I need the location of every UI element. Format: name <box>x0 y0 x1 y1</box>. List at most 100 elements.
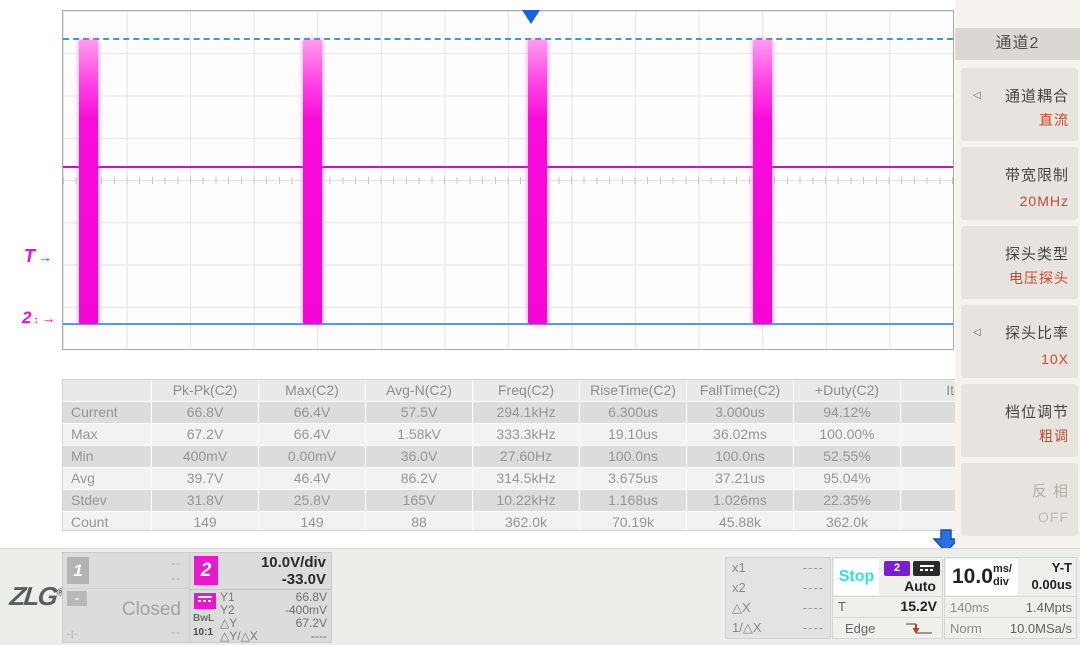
trigger-source-badge: 2 <box>884 561 910 576</box>
table-header-cell: Pk-Pk(C2) <box>152 380 258 401</box>
menu-item-value: 直流 <box>1039 110 1069 130</box>
table-cell: 1.58kV <box>366 424 472 445</box>
readout-value: ---- <box>311 630 327 643</box>
table-cell: 67.2V <box>152 424 258 445</box>
measurement-table: Pk-Pk(C2)Max(C2)Avg-N(C2)Freq(C2)RiseTim… <box>62 379 957 531</box>
table-cell: 36.02ms <box>687 424 793 445</box>
sample-rate-value: 10.0MSa/s <box>1010 621 1072 636</box>
menu-item-value: 20MHz <box>1020 193 1069 209</box>
cursor-label: △X <box>732 598 751 618</box>
acquisition-row: Norm 10.0MSa/s <box>945 617 1076 639</box>
trigger-coupling-icon <box>913 561 940 576</box>
right-arrow-icon: → <box>38 249 52 265</box>
table-cell: 57.5V <box>366 402 472 423</box>
channel1-status-block[interactable]: 1 -- -- - Closed -|- -- <box>62 552 190 643</box>
table-cell: 165V <box>366 490 472 511</box>
table-cell: 39.7V <box>152 468 258 489</box>
trigger-mode-text: Auto <box>904 578 936 594</box>
ch2-trace-baseline <box>63 166 953 168</box>
ch2-scale-value: 10.0V/div <box>261 554 326 571</box>
ch2-readout-row: △Y/△X ---- <box>220 630 327 643</box>
trigger-level-marker[interactable]: T→ <box>24 246 52 267</box>
menu-item-label: 档位调节 <box>1005 401 1069 422</box>
table-cell: 45.88k <box>687 512 793 531</box>
ch1-offset-value: -- <box>171 571 181 585</box>
acquisition-mode-text: Norm <box>950 621 982 636</box>
table-cell: 27.60Hz <box>473 446 579 467</box>
trigger-level-label: T <box>838 599 846 614</box>
table-cell: 86.2V <box>366 468 472 489</box>
table-cell: 19.10us <box>580 424 686 445</box>
acquisition-state-badge: Stop <box>834 559 879 595</box>
bandwidth-limit-flag: BwL <box>193 613 214 624</box>
menu-item-0[interactable]: ◁通道耦合直流 <box>961 68 1078 141</box>
menu-item-label: 通道耦合 <box>1005 85 1069 106</box>
table-cell: 333.3kHz <box>473 424 579 445</box>
table-cell: 3.000us <box>687 402 793 423</box>
cursor-value: ---- <box>803 558 824 578</box>
table-header-cell: Ite <box>901 380 957 401</box>
table-row-label: Count <box>63 512 151 531</box>
trigger-level-row: T 15.2V <box>833 596 942 617</box>
table-cell: 3.675us <box>580 468 686 489</box>
table-row-label: Max <box>63 424 151 445</box>
timebase-scale-value: 10.0 <box>952 565 993 589</box>
menu-item-2[interactable]: 探头类型电压探头 <box>961 226 1078 299</box>
brand-text: ZLG <box>8 581 57 611</box>
ch1-coupling-icon: -|- <box>67 629 78 639</box>
menu-item-4[interactable]: 档位调节粗调 <box>961 384 1078 457</box>
ch1-status-text: Closed <box>122 599 181 621</box>
table-cell: 52.55% <box>794 446 900 467</box>
display-mode-text: Y-T <box>1052 560 1072 575</box>
channel2-menu-panel: 通道2 ◁通道耦合直流带宽限制20MHz探头类型电压探头◁探头比率10X档位调节… <box>955 0 1080 558</box>
menu-item-3[interactable]: ◁探头比率10X <box>961 305 1078 378</box>
measurement-table-header-row: Pk-Pk(C2)Max(C2)Avg-N(C2)Freq(C2)RiseTim… <box>63 380 956 401</box>
status-bar: ZLG® 1 -- -- - Closed -|- -- 2 10.0V/div… <box>0 548 1080 645</box>
table-cell: 100.00% <box>794 424 900 445</box>
divider <box>63 588 189 589</box>
table-cell: 400mV <box>152 446 258 467</box>
table-row: Current66.8V66.4V57.5V294.1kHz6.300us3.0… <box>63 402 956 423</box>
ch1-scale-value: -- <box>171 556 181 570</box>
cursor-value: ---- <box>803 618 824 638</box>
menu-item-5[interactable]: 反 相OFF <box>961 463 1078 536</box>
cursor-line-y2[interactable] <box>63 323 953 325</box>
memory-depth-value: 1.4Mpts <box>1026 600 1072 615</box>
right-arrow-icon: → <box>41 310 55 326</box>
table-cell: 294.1kHz <box>473 402 579 423</box>
center-axis-ticks <box>63 177 953 184</box>
cursor-readout-block[interactable]: x1----x2----△X----1/△X---- <box>725 557 831 639</box>
pulse-burst <box>79 40 98 324</box>
pulse-burst <box>528 40 547 324</box>
graticule <box>62 10 954 350</box>
table-cell: 25.8V <box>259 490 365 511</box>
channel2-status-block[interactable]: 2 10.0V/div -33.0V BwL 10:1 Y166.8VY2-40… <box>189 552 332 643</box>
table-cell: 66.8V <box>152 402 258 423</box>
table-cell <box>901 490 957 511</box>
cursor-row: △X---- <box>726 598 830 618</box>
table-row: Count14914988362.0k70.19k45.88k362.0k <box>63 512 956 531</box>
timebase-status-block[interactable]: 10.0 ms/ div Y-T 0.00us 140ms 1.4Mpts No… <box>944 557 1077 639</box>
pulse-burst <box>753 40 772 324</box>
trigger-position-marker-icon[interactable] <box>522 10 540 24</box>
cursor-line-y1[interactable] <box>63 38 953 40</box>
cursor-row: 1/△X---- <box>726 618 830 638</box>
menu-item-1[interactable]: 带宽限制20MHz <box>961 147 1078 220</box>
table-cell: 37.21us <box>687 468 793 489</box>
readout-label: △Y/△X <box>220 630 258 643</box>
ch2-ground-marker[interactable]: 2↕→ <box>22 308 55 328</box>
window-length-value: 140ms <box>950 600 989 615</box>
table-row: Min400mV0.00mV36.0V27.60Hz100.0ns100.0ns… <box>63 446 956 467</box>
ch1-bottom-value: -- <box>171 625 181 639</box>
channel1-badge: 1 <box>67 557 89 584</box>
ch2-offset-value: -33.0V <box>282 571 326 588</box>
dc-coupling-icon <box>194 593 216 609</box>
table-cell: 31.8V <box>152 490 258 511</box>
zlg-logo: ZLG® <box>8 581 65 612</box>
trigger-status-block[interactable]: Stop 2 Auto T 15.2V Edge <box>832 557 943 639</box>
table-cell: 362.0k <box>794 512 900 531</box>
table-header-cell: FallTime(C2) <box>687 380 793 401</box>
table-cell <box>901 446 957 467</box>
table-header-cell <box>63 380 151 401</box>
table-cell: 36.0V <box>366 446 472 467</box>
